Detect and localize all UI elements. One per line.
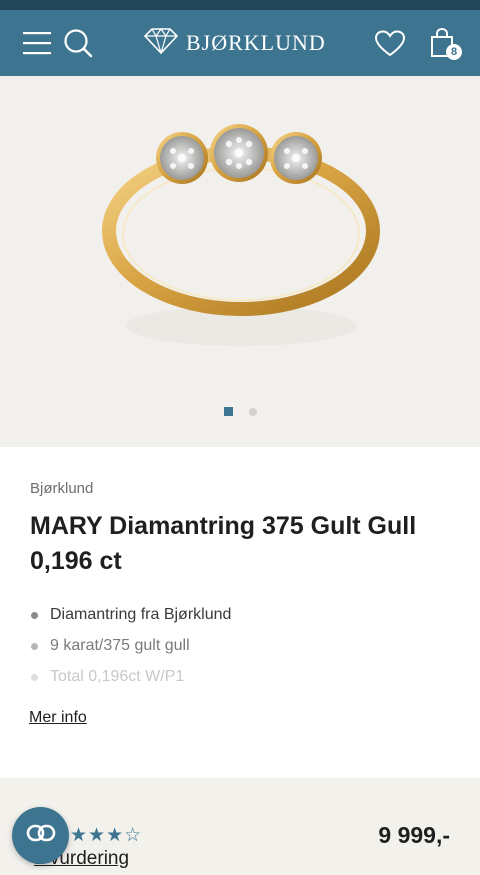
product-price: 9 999,- — [378, 822, 450, 848]
shopping-bag-icon[interactable] — [428, 10, 458, 76]
product-image — [96, 116, 386, 391]
diamond-logo-icon — [143, 27, 179, 59]
gallery-pagination — [0, 407, 480, 416]
feature-item: 9 karat/375 gult gull — [30, 635, 231, 666]
heart-icon[interactable] — [374, 10, 406, 76]
brand-logo[interactable]: BJØRKLUND — [143, 10, 326, 76]
more-info-link[interactable]: Mer info — [29, 709, 87, 727]
product-title: MARY Diamantring 375 Gult Gull 0,196 ct — [30, 512, 417, 575]
product-image-gallery[interactable] — [0, 76, 480, 447]
gallery-dot-2[interactable] — [248, 407, 257, 416]
product-feature-list: Diamantring fra Bjørklund 9 karat/375 gu… — [30, 604, 231, 697]
feature-item: Diamantring fra Bjørklund — [30, 604, 231, 635]
status-bar — [0, 0, 480, 10]
hamburger-menu-icon[interactable] — [22, 10, 52, 76]
product-brand[interactable]: Bjørklund — [30, 480, 93, 497]
gallery-dot-1[interactable] — [223, 407, 233, 416]
rating-stars: ★★★☆ — [70, 825, 143, 846]
search-icon[interactable] — [62, 10, 94, 76]
chat-link-button[interactable] — [12, 807, 69, 864]
logo-text: BJØRKLUND — [186, 30, 326, 55]
chat-link-icon — [26, 823, 56, 848]
feature-item: Total 0,196ct W/P1 — [30, 666, 231, 697]
cart-count-badge: 8 — [446, 44, 462, 60]
